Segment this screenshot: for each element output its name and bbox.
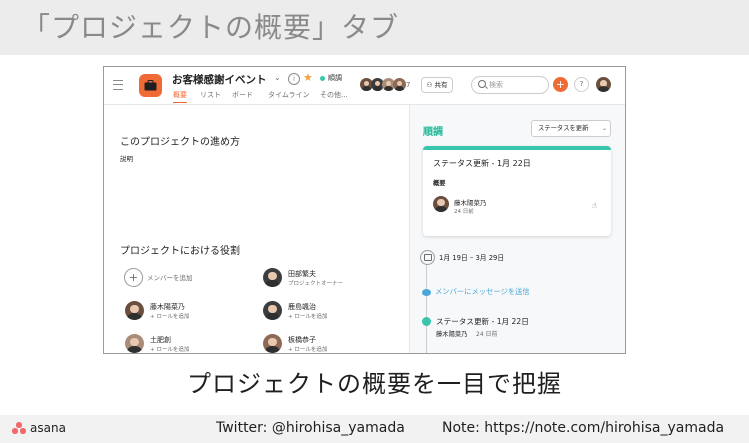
status-heading: 順調 xyxy=(423,127,443,138)
update-author: 藤木陽菜乃 xyxy=(436,331,468,338)
timeline-line xyxy=(426,260,427,353)
tab-board[interactable]: ボード xyxy=(232,90,253,100)
avatar xyxy=(125,334,144,353)
status-dot-icon xyxy=(320,76,325,81)
project-icon[interactable] xyxy=(139,74,162,97)
logo-text: asana xyxy=(30,421,66,435)
card-title: ステータス更新 - 1月 22日 xyxy=(433,159,531,168)
overview-main: このプロジェクトの進め方 説明 プロジェクトにおける役割 + メンバーを追加 田… xyxy=(104,105,408,353)
tab-list[interactable]: リスト xyxy=(200,90,221,100)
avatar xyxy=(263,334,282,353)
status-panel: 順調 ステータスを更新 ⌄ ステータス更新 - 1月 22日 概要 藤木陽菜乃 … xyxy=(409,105,625,353)
briefcase-icon xyxy=(144,80,157,91)
add-role-link[interactable]: + ロールを追加 xyxy=(288,312,327,320)
card-author: 藤木陽菜乃 xyxy=(454,199,487,207)
update-title: ステータス更新 - 1月 22日 xyxy=(436,317,529,326)
user-avatar[interactable] xyxy=(596,77,611,92)
status-dot-icon xyxy=(422,317,431,326)
search-icon xyxy=(478,80,486,88)
member-name: 鹿島颯治 xyxy=(288,303,316,311)
slide-title: 「プロジェクトの概要」タブ xyxy=(22,11,400,44)
member-name: 土肥創 xyxy=(150,336,171,344)
info-icon[interactable]: i xyxy=(288,73,300,85)
project-status[interactable]: 順調 xyxy=(328,73,342,83)
search-input[interactable]: 検索 xyxy=(471,76,549,94)
asana-dots-icon xyxy=(12,422,26,435)
avatar xyxy=(125,301,144,320)
roles-title: プロジェクトにおける役割 xyxy=(120,246,240,257)
tab-more[interactable]: その他... xyxy=(320,90,348,100)
how-we-work-title: このプロジェクトの進め方 xyxy=(120,137,240,148)
member-name: 藤木陽菜乃 xyxy=(150,303,185,311)
thumbs-up-icon[interactable]: ☝ xyxy=(592,201,597,210)
tab-overview[interactable]: 概要 xyxy=(173,90,187,103)
add-role-link[interactable]: + ロールを追加 xyxy=(288,345,327,353)
member-name: 板橋恭子 xyxy=(288,336,316,344)
avatar xyxy=(263,301,282,320)
asana-screenshot: お客様感謝イベント ⌄ i ★ 順調 概要 リスト ボード タイムライン その他… xyxy=(103,66,626,354)
add-button[interactable]: + xyxy=(553,77,568,92)
slide-caption: プロジェクトの概要を一目で把握 xyxy=(187,370,562,398)
menu-icon[interactable] xyxy=(113,80,123,90)
member-count: 7 xyxy=(406,81,411,89)
plus-icon: + xyxy=(124,268,143,287)
note-url: Note: https://note.com/hirohisa_yamada xyxy=(442,420,725,436)
card-date: 24 日前 xyxy=(454,209,474,215)
avatar xyxy=(433,196,449,212)
calendar-icon xyxy=(420,250,435,265)
share-label: 共有 xyxy=(434,81,448,89)
share-button[interactable]: ⚇ 共有 xyxy=(421,77,453,93)
update-status-label: ステータスを更新 xyxy=(538,125,589,132)
avatar xyxy=(263,268,282,287)
chevron-down-icon[interactable]: ⌄ xyxy=(274,73,281,82)
project-description[interactable]: 説明 xyxy=(120,153,133,163)
help-button[interactable]: ? xyxy=(574,77,589,92)
add-member-label: メンバーを追加 xyxy=(147,274,193,282)
add-role-link[interactable]: + ロールを追加 xyxy=(150,345,189,353)
search-placeholder: 検索 xyxy=(489,81,503,89)
member-role-label: プロジェクトオーナー xyxy=(288,281,344,287)
chevron-down-icon: ⌄ xyxy=(602,125,608,132)
message-icon xyxy=(422,289,431,296)
twitter-handle: Twitter: @hirohisa_yamada xyxy=(216,420,405,436)
project-name[interactable]: お客様感謝イベント xyxy=(172,72,267,87)
send-message-label: メンバーにメッセージを送信 xyxy=(435,287,530,296)
project-header: お客様感謝イベント ⌄ i ★ 順調 概要 リスト ボード タイムライン その他… xyxy=(104,67,625,105)
avatar[interactable] xyxy=(393,78,406,91)
update-time: 24 日前 xyxy=(476,331,498,338)
card-summary-label: 概要 xyxy=(433,180,446,187)
add-role-link[interactable]: + ロールを追加 xyxy=(150,312,189,320)
star-icon[interactable]: ★ xyxy=(303,71,313,84)
update-status-button[interactable]: ステータスを更新 ⌄ xyxy=(531,120,611,137)
status-update-card[interactable]: ステータス更新 - 1月 22日 概要 藤木陽菜乃 24 日前 ☝ xyxy=(423,146,611,236)
member-name: 田部繁夫 xyxy=(288,270,316,278)
tab-timeline[interactable]: タイムライン xyxy=(268,90,310,100)
slide-footer: asana Twitter: @hirohisa_yamada Note: ht… xyxy=(0,415,749,443)
date-range: 1月 19日 – 3月 29日 xyxy=(439,254,505,262)
